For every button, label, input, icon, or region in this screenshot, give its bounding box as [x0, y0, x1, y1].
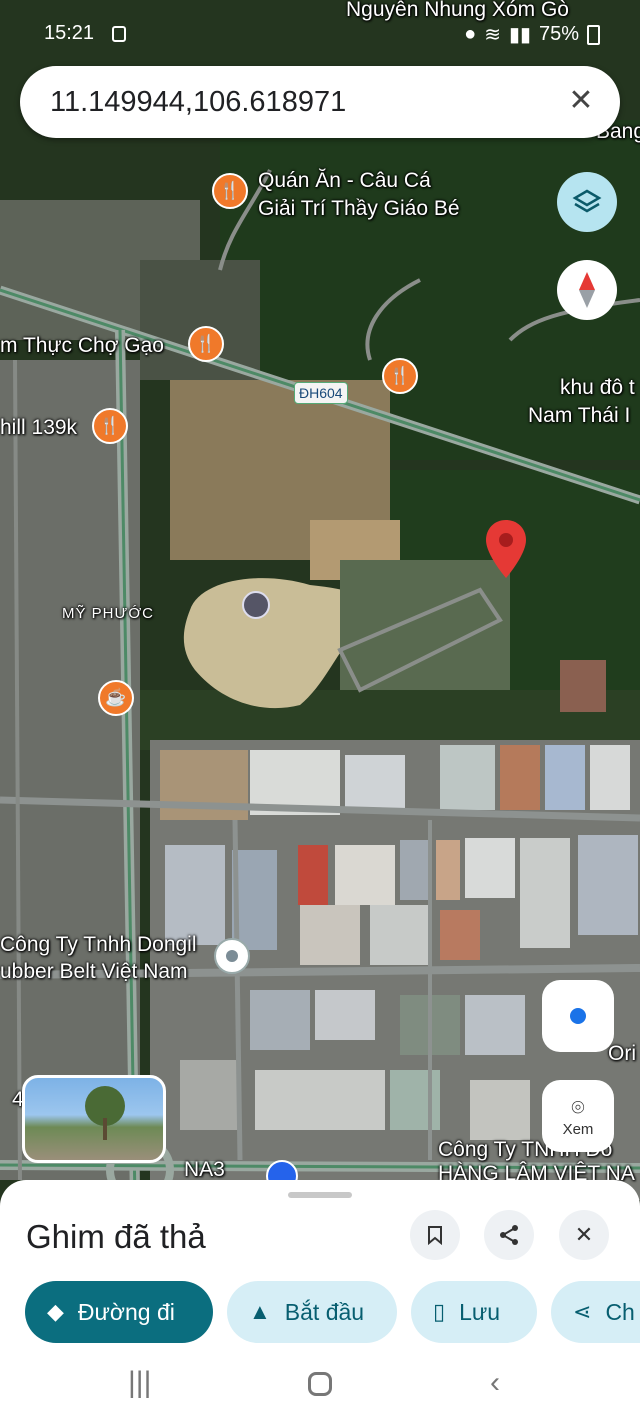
place-marker-icon[interactable]	[214, 938, 250, 974]
home-icon[interactable]	[308, 1372, 332, 1396]
system-nav-bar: ||| ‹	[0, 1348, 640, 1422]
place-label[interactable]: ubber Belt Việt Nam	[0, 960, 188, 984]
place-label[interactable]: Ori	[608, 1042, 636, 1066]
wifi-icon: ≋	[484, 24, 501, 46]
place-label[interactable]: hill 139k	[0, 416, 77, 440]
bookmark-icon	[428, 1226, 442, 1245]
bookmark-button[interactable]	[410, 1210, 460, 1260]
notification-icon	[112, 26, 126, 42]
cafe-icon[interactable]: ☕	[98, 680, 134, 716]
attraction-icon[interactable]	[242, 591, 270, 619]
place-label[interactable]: Nam Thái I	[528, 404, 630, 428]
save-button[interactable]: ▯ Lưu	[411, 1281, 537, 1343]
close-icon[interactable]: ✕	[564, 84, 598, 118]
dropped-pin-icon[interactable]	[484, 520, 528, 582]
camera-icon: ⌾	[571, 1094, 585, 1120]
share-chip[interactable]: ⋖ Ch	[551, 1281, 640, 1343]
bookmark-icon: ▯	[433, 1299, 446, 1324]
place-label[interactable]: Công Ty Tnhh Dongil	[0, 933, 197, 957]
share-icon: ⋖	[573, 1299, 592, 1324]
place-label[interactable]: khu đô t	[560, 376, 635, 400]
compass-button[interactable]	[557, 260, 617, 320]
battery-icon	[587, 24, 600, 45]
place-label[interactable]: Giải Trí Thầy Giáo Bé	[258, 197, 460, 221]
location-dot-icon	[570, 1008, 586, 1024]
road-badge: ĐH604	[294, 382, 348, 404]
share-chip-label: Ch	[605, 1298, 635, 1325]
status-bar: 15:21 ● ≋ ▮▮ 75%	[0, 0, 640, 60]
start-button[interactable]: ▲ Bắt đầu	[227, 1281, 397, 1343]
restaurant-icon[interactable]: 🍴	[188, 326, 224, 362]
place-label[interactable]: m Thực Chợ Gạo	[0, 334, 164, 358]
lens-button[interactable]: ⌾ Xem	[542, 1080, 614, 1152]
road-label: NA3	[184, 1158, 225, 1181]
share-button[interactable]	[484, 1210, 534, 1260]
save-label: Lưu	[459, 1298, 501, 1325]
street-view-thumbnail[interactable]	[22, 1075, 166, 1163]
close-icon: ✕	[574, 1222, 594, 1247]
restaurant-icon[interactable]: 🍴	[92, 408, 128, 444]
location-icon: ●	[464, 23, 477, 45]
start-label: Bắt đầu	[284, 1298, 365, 1325]
directions-button[interactable]: ◆ Đường đi	[25, 1281, 213, 1343]
navigation-arrow-icon: ▲	[249, 1299, 271, 1324]
compass-icon	[579, 272, 595, 308]
back-icon[interactable]: ‹	[490, 1366, 500, 1400]
search-input[interactable]: 11.149944,106.618971	[50, 86, 346, 119]
lens-label: Xem	[562, 1120, 594, 1138]
signal-icon: ▮▮	[508, 24, 531, 46]
layers-icon	[572, 189, 602, 213]
status-time: 15:21	[44, 22, 95, 44]
drag-handle[interactable]	[288, 1192, 352, 1198]
layers-button[interactable]	[557, 172, 617, 232]
area-label: MỸ PHƯỚC	[62, 605, 155, 622]
share-icon	[500, 1225, 518, 1245]
sheet-title: Ghim đã thả	[26, 1218, 206, 1255]
recent-apps-icon[interactable]: |||	[128, 1366, 151, 1400]
place-label[interactable]: Quán Ăn - Câu Cá	[258, 169, 431, 193]
restaurant-icon[interactable]: 🍴	[382, 358, 418, 394]
battery-percent: 75%	[538, 23, 579, 45]
directions-label: Đường đi	[77, 1298, 175, 1325]
restaurant-icon[interactable]: 🍴	[212, 173, 248, 209]
my-location-button[interactable]	[542, 980, 614, 1052]
close-button[interactable]: ✕	[559, 1210, 609, 1260]
search-bar[interactable]: 11.149944,106.618971 ✕	[20, 66, 620, 138]
directions-icon: ◆	[47, 1299, 64, 1324]
